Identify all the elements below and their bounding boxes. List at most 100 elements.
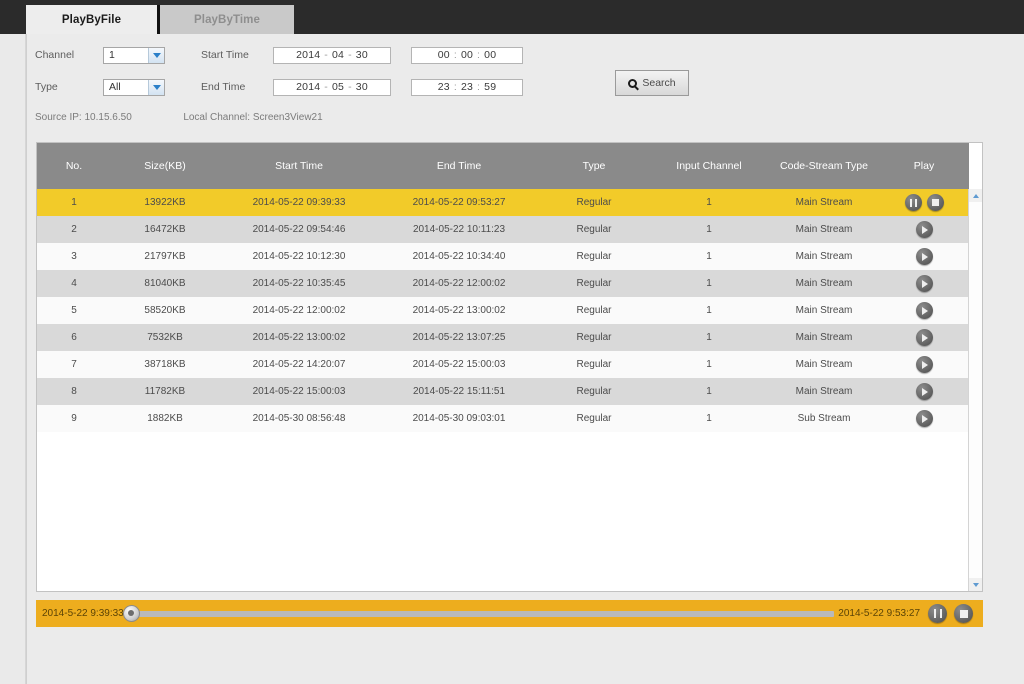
play-button[interactable]: [915, 302, 933, 319]
table-header-row: No. Size(KB) Start Time End Time Type In…: [37, 143, 969, 189]
play-icon: [922, 414, 928, 423]
cell-input-channel: 1: [649, 297, 769, 324]
cell-input-channel: 1: [649, 378, 769, 405]
column-header-type: Type: [539, 143, 649, 189]
stop-button[interactable]: [926, 194, 944, 211]
source-ip-label: Source IP:: [35, 112, 82, 123]
table-body: 1 13922KB 2014-05-22 09:39:33 2014-05-22 09…: [37, 189, 969, 432]
chevron-down-icon[interactable]: [148, 79, 164, 95]
end-clock-input[interactable]: 23 : 23 : 59: [411, 78, 523, 96]
cell-play: [879, 243, 969, 270]
table-row[interactable]: 8 11782KB 2014-05-22 15:00:03 2014-05-22 15…: [37, 378, 969, 405]
cell-play: [879, 351, 969, 378]
play-controls: [880, 329, 968, 346]
column-header-no: No.: [37, 143, 111, 189]
cell-end-time: 2014-05-22 10:34:40: [379, 243, 539, 270]
play-button[interactable]: [915, 248, 933, 265]
play-icon: [922, 306, 928, 315]
cell-start-time: 2014-05-22 15:00:03: [219, 378, 379, 405]
cell-size: 11782KB: [111, 378, 219, 405]
cell-no: 7: [37, 351, 111, 378]
play-button[interactable]: [915, 221, 933, 238]
cell-no: 1: [37, 189, 111, 216]
cell-input-channel: 1: [649, 405, 769, 432]
start-time-label: Start Time: [201, 49, 249, 61]
start-date-month: 04: [331, 49, 345, 61]
pause-icon: [909, 198, 917, 207]
table-row[interactable]: 9 1882KB 2014-05-30 08:56:48 2014-05-30 09:…: [37, 405, 969, 432]
search-button[interactable]: Search: [615, 70, 689, 96]
cell-type: Regular: [539, 324, 649, 351]
type-row: Type All End Time 2014 - 05 - 30 23 : 23: [35, 74, 675, 100]
table-row[interactable]: 6 7532KB 2014-05-22 13:00:02 2014-05-22 13:…: [37, 324, 969, 351]
play-icon: [922, 360, 928, 369]
cell-code-stream: Main Stream: [769, 270, 879, 297]
start-clock-input[interactable]: 00 : 00 : 00: [411, 46, 523, 64]
recordings-table-container: No. Size(KB) Start Time End Time Type In…: [36, 142, 983, 592]
play-button[interactable]: [915, 383, 933, 400]
cell-input-channel: 1: [649, 243, 769, 270]
source-ip-value: 10.15.6.50: [84, 112, 132, 123]
cell-play: [879, 297, 969, 324]
playback-pause-button[interactable]: [928, 604, 947, 623]
play-controls: [880, 221, 968, 238]
table-row[interactable]: 3 21797KB 2014-05-22 10:12:30 2014-05-22 10…: [37, 243, 969, 270]
table-row[interactable]: 2 16472KB 2014-05-22 09:54:46 2014-05-22 10…: [37, 216, 969, 243]
channel-select[interactable]: 1: [103, 46, 165, 64]
playback-slider[interactable]: [122, 604, 835, 622]
cell-code-stream: Main Stream: [769, 351, 879, 378]
cell-type: Regular: [539, 270, 649, 297]
start-clock-mm: 00: [460, 49, 474, 61]
type-select[interactable]: All: [103, 78, 165, 96]
column-header-end-time: End Time: [379, 143, 539, 189]
playback-end-time: 2014-5-22 9:53:27: [838, 608, 920, 619]
cell-code-stream: Main Stream: [769, 297, 879, 324]
cell-end-time: 2014-05-22 12:00:02: [379, 270, 539, 297]
tab-strip: PlayByFile PlayByTime: [0, 0, 1024, 34]
cell-input-channel: 1: [649, 189, 769, 216]
cell-type: Regular: [539, 297, 649, 324]
start-date-year: 2014: [296, 49, 321, 61]
cell-start-time: 2014-05-22 10:12:30: [219, 243, 379, 270]
tab-playbyfile-label: PlayByFile: [61, 13, 122, 26]
cell-end-time: 2014-05-22 13:07:25: [379, 324, 539, 351]
cell-start-time: 2014-05-22 14:20:07: [219, 351, 379, 378]
cell-size: 81040KB: [111, 270, 219, 297]
cell-size: 21797KB: [111, 243, 219, 270]
play-button[interactable]: [915, 329, 933, 346]
cell-no: 9: [37, 405, 111, 432]
cell-code-stream: Sub Stream: [769, 405, 879, 432]
table-row[interactable]: 1 13922KB 2014-05-22 09:39:33 2014-05-22 09…: [37, 189, 969, 216]
start-date-input[interactable]: 2014 - 04 - 30: [273, 46, 391, 64]
pause-button[interactable]: [904, 194, 922, 211]
cell-size: 7532KB: [111, 324, 219, 351]
table-head: No. Size(KB) Start Time End Time Type In…: [37, 143, 969, 189]
play-icon: [922, 279, 928, 288]
stop-icon: [959, 609, 968, 618]
cell-type: Regular: [539, 216, 649, 243]
cell-end-time: 2014-05-22 10:11:23: [379, 216, 539, 243]
cell-end-time: 2014-05-22 13:00:02: [379, 297, 539, 324]
table-row[interactable]: 4 81040KB 2014-05-22 10:35:45 2014-05-22 12…: [37, 270, 969, 297]
cell-type: Regular: [539, 378, 649, 405]
end-date-month: 05: [331, 81, 345, 93]
scroll-up-icon[interactable]: [969, 189, 982, 202]
search-icon: [628, 78, 638, 88]
tab-playbytime[interactable]: PlayByTime: [160, 5, 294, 34]
table-row[interactable]: 7 38718KB 2014-05-22 14:20:07 2014-05-22 15…: [37, 351, 969, 378]
scroll-down-icon[interactable]: [969, 578, 982, 591]
playback-slider-thumb[interactable]: [122, 604, 140, 622]
table-row[interactable]: 5 58520KB 2014-05-22 12:00:02 2014-05-22 13…: [37, 297, 969, 324]
play-button[interactable]: [915, 410, 933, 427]
play-button[interactable]: [915, 356, 933, 373]
playback-stop-button[interactable]: [954, 604, 973, 623]
cell-play: [879, 216, 969, 243]
tab-playbyfile[interactable]: PlayByFile: [26, 5, 160, 34]
end-date-year: 2014: [296, 81, 321, 93]
chevron-down-icon[interactable]: [148, 47, 164, 63]
end-date-input[interactable]: 2014 - 05 - 30: [273, 78, 391, 96]
end-clock-ss: 59: [484, 81, 497, 93]
play-button[interactable]: [915, 275, 933, 292]
table-scrollbar[interactable]: [968, 189, 982, 591]
end-time-label: End Time: [201, 81, 246, 93]
